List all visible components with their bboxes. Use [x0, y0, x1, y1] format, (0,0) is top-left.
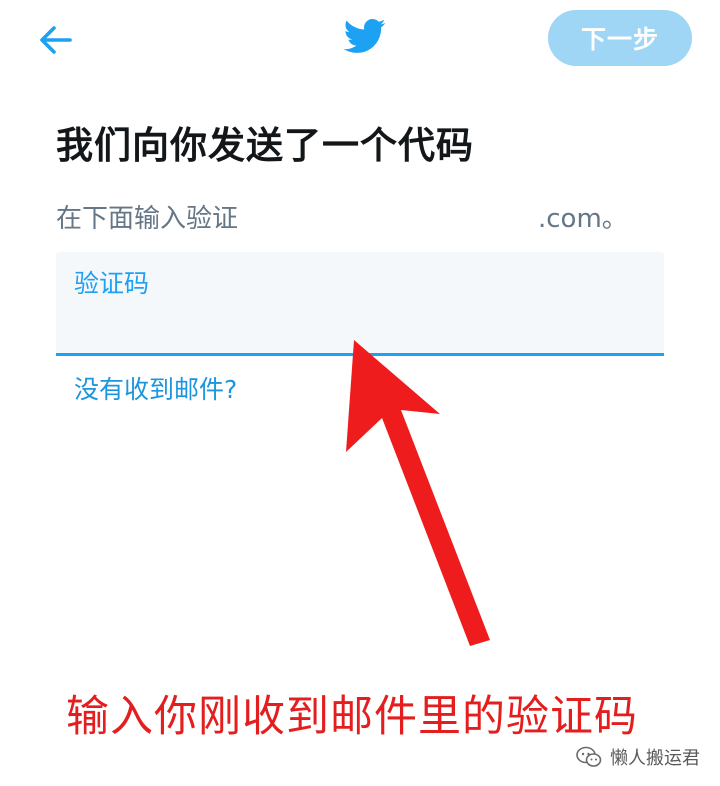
- arrow-left-icon: [40, 26, 72, 54]
- instruction-text: 在下面输入验证: [56, 204, 239, 234]
- annotation-caption: 输入你刚收到邮件里的验证码: [66, 692, 638, 742]
- back-button[interactable]: [36, 20, 76, 60]
- watermark-text: 懒人搬运君: [610, 748, 700, 769]
- verification-code-label: 验证码: [74, 269, 150, 298]
- page-title: 我们向你发送了一个代码: [56, 124, 474, 167]
- no-mail-received-link[interactable]: 没有收到邮件?: [74, 370, 237, 406]
- verification-code-input[interactable]: [74, 302, 644, 342]
- twitter-bird-icon: [343, 19, 386, 53]
- email-domain-text: .com。: [538, 204, 628, 234]
- next-button[interactable]: 下一步: [548, 10, 692, 66]
- wechat-icon: [576, 746, 602, 767]
- watermark: 懒人搬运君: [576, 742, 700, 772]
- verification-code-field[interactable]: 验证码: [56, 252, 664, 356]
